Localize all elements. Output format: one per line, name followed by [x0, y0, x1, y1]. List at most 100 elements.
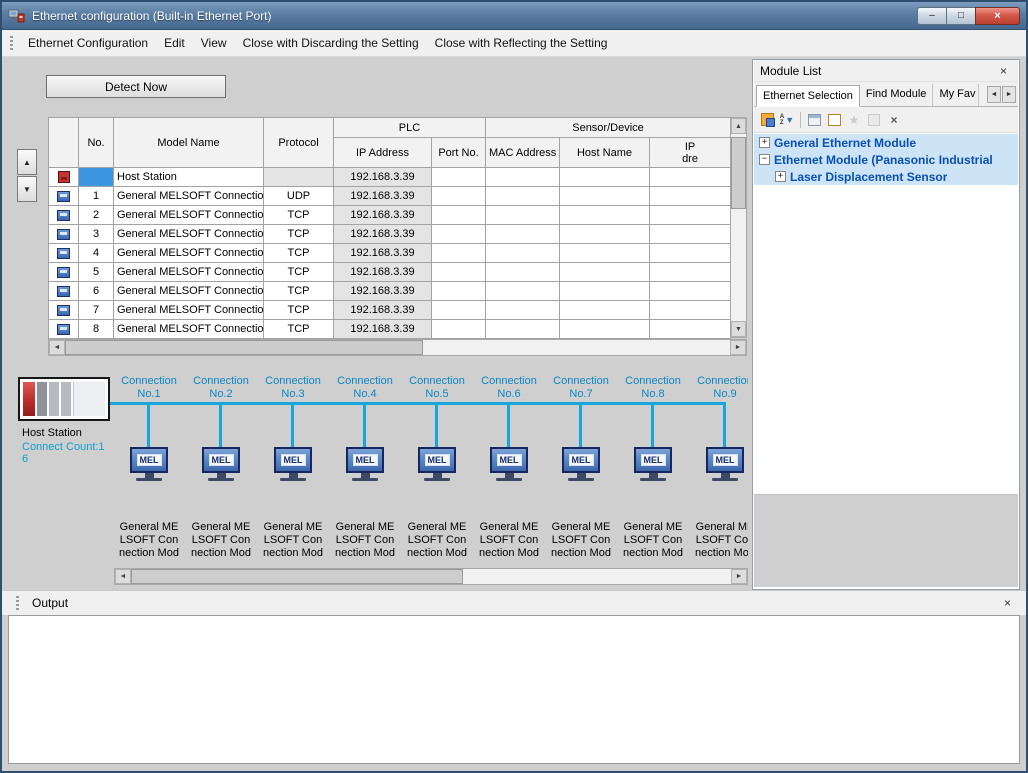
tab-scroll-left-button[interactable]: ◄	[987, 86, 1001, 103]
move-row-down-button[interactable]: ▼	[17, 176, 37, 202]
ip-address-cell[interactable]: 192.168.3.39	[334, 282, 432, 301]
ip-address2-cell[interactable]	[650, 301, 731, 320]
sort-icon[interactable]: AZ▼	[777, 110, 797, 130]
host-name-cell[interactable]	[560, 282, 650, 301]
mac-address-cell[interactable]	[486, 206, 560, 225]
maximize-button[interactable]: □	[946, 7, 975, 25]
scroll-thumb[interactable]	[65, 340, 423, 355]
tree-item-general-ethernet-module[interactable]: + General Ethernet Module	[754, 134, 1018, 151]
mac-address-cell[interactable]	[486, 282, 560, 301]
protocol-cell[interactable]: TCP	[264, 301, 334, 320]
ip-address2-cell[interactable]	[650, 320, 731, 339]
scroll-left-button[interactable]: ◄	[49, 340, 65, 355]
scroll-track[interactable]	[731, 134, 746, 321]
port-no-cell[interactable]	[432, 206, 486, 225]
port-no-cell[interactable]	[432, 263, 486, 282]
menu-view[interactable]: View	[193, 32, 235, 54]
add-favorites-icon[interactable]: ★	[844, 110, 864, 130]
model-name-cell[interactable]: General MELSOFT Connection	[114, 263, 264, 282]
melsoft-monitor-icon[interactable]: MEL	[273, 447, 313, 481]
module-list-close-button[interactable]: ×	[995, 63, 1012, 79]
model-name-cell[interactable]: General MELSOFT Connection	[114, 320, 264, 339]
mac-address-cell[interactable]	[486, 320, 560, 339]
model-name-cell[interactable]: General MELSOFT Connection	[114, 244, 264, 263]
ip-address2-cell[interactable]	[650, 263, 731, 282]
host-name-cell[interactable]	[560, 320, 650, 339]
table-vertical-scrollbar[interactable]: ▲ ▼	[730, 117, 747, 338]
port-no-cell[interactable]	[432, 187, 486, 206]
ip-address-cell[interactable]: 192.168.3.39	[334, 225, 432, 244]
scroll-right-button[interactable]: ►	[731, 569, 747, 584]
detect-now-button[interactable]: Detect Now	[46, 75, 226, 98]
mac-address-cell[interactable]	[486, 168, 560, 187]
mac-address-cell[interactable]	[486, 187, 560, 206]
mac-address-cell[interactable]	[486, 263, 560, 282]
toolbar-grip[interactable]	[10, 36, 13, 51]
scroll-down-button[interactable]: ▼	[731, 321, 746, 337]
ip-address-cell[interactable]: 192.168.3.39	[334, 301, 432, 320]
host-station-icon[interactable]	[18, 377, 110, 421]
melsoft-monitor-icon[interactable]: MEL	[417, 447, 457, 481]
model-name-cell[interactable]: General MELSOFT Connection	[114, 187, 264, 206]
collapse-minus-icon[interactable]: −	[759, 154, 770, 165]
tree-item-ethernet-module-panasonic[interactable]: − Ethernet Module (Panasonic Industrial	[754, 151, 1018, 168]
model-name-cell[interactable]: Host Station	[114, 168, 264, 187]
host-name-cell[interactable]	[560, 225, 650, 244]
ip-address-cell[interactable]: 192.168.3.39	[334, 206, 432, 225]
close-button[interactable]: ×	[975, 7, 1020, 25]
output-grip[interactable]	[16, 596, 19, 611]
model-name-cell[interactable]: General MELSOFT Connection	[114, 301, 264, 320]
port-no-cell[interactable]	[432, 320, 486, 339]
titlebar[interactable]: Ethernet configuration (Built-in Etherne…	[2, 2, 1026, 30]
table-horizontal-scrollbar[interactable]: ◄ ►	[48, 339, 747, 356]
scroll-thumb[interactable]	[731, 137, 746, 209]
mac-address-cell[interactable]	[486, 301, 560, 320]
move-row-up-button[interactable]: ▲	[17, 149, 37, 175]
host-name-cell[interactable]	[560, 263, 650, 282]
protocol-cell[interactable]: TCP	[264, 320, 334, 339]
host-name-cell[interactable]	[560, 206, 650, 225]
protocol-cell[interactable]: TCP	[264, 282, 334, 301]
protocol-cell[interactable]: UDP	[264, 187, 334, 206]
delete-favorites-icon[interactable]: ×	[884, 110, 904, 130]
port-no-cell[interactable]	[432, 282, 486, 301]
scroll-track[interactable]	[65, 340, 730, 355]
menu-close-reflecting[interactable]: Close with Reflecting the Setting	[427, 32, 616, 54]
expand-plus-icon[interactable]: +	[759, 137, 770, 148]
ip-address-cell[interactable]: 192.168.3.39	[334, 320, 432, 339]
ip-address-cell[interactable]: 192.168.3.39	[334, 187, 432, 206]
melsoft-monitor-icon[interactable]: MEL	[561, 447, 601, 481]
scroll-thumb[interactable]	[131, 569, 463, 584]
port-no-cell[interactable]	[432, 225, 486, 244]
minimize-button[interactable]: –	[917, 7, 946, 25]
ip-address-cell[interactable]: 192.168.3.39	[334, 168, 432, 187]
model-name-cell[interactable]: General MELSOFT Connection	[114, 225, 264, 244]
protocol-cell[interactable]: TCP	[264, 244, 334, 263]
model-name-cell[interactable]: General MELSOFT Connection	[114, 282, 264, 301]
ip-address2-cell[interactable]	[650, 282, 731, 301]
host-name-cell[interactable]	[560, 168, 650, 187]
ip-address-cell[interactable]: 192.168.3.39	[334, 263, 432, 282]
protocol-cell[interactable]: TCP	[264, 263, 334, 282]
ip-address-cell[interactable]: 192.168.3.39	[334, 244, 432, 263]
protocol-cell[interactable]: TCP	[264, 206, 334, 225]
menu-close-discarding[interactable]: Close with Discarding the Setting	[235, 32, 427, 54]
ip-address2-cell[interactable]	[650, 225, 731, 244]
tab-find-module[interactable]: Find Module	[860, 84, 934, 106]
scroll-right-button[interactable]: ►	[730, 340, 746, 355]
mac-address-cell[interactable]	[486, 244, 560, 263]
mac-address-cell[interactable]	[486, 225, 560, 244]
scroll-left-button[interactable]: ◄	[115, 569, 131, 584]
ip-address2-cell[interactable]	[650, 244, 731, 263]
ip-address2-cell[interactable]	[650, 187, 731, 206]
output-content[interactable]	[8, 615, 1020, 764]
tree-item-laser-displacement-sensor[interactable]: + Laser Displacement Sensor	[754, 168, 1018, 185]
tab-scroll-right-button[interactable]: ►	[1002, 86, 1016, 103]
ip-address2-cell[interactable]	[650, 168, 731, 187]
host-name-cell[interactable]	[560, 187, 650, 206]
model-name-cell[interactable]: General MELSOFT Connection	[114, 206, 264, 225]
melsoft-monitor-icon[interactable]: MEL	[633, 447, 673, 481]
port-no-cell[interactable]	[432, 301, 486, 320]
melsoft-monitor-icon[interactable]: MEL	[201, 447, 241, 481]
scroll-track[interactable]	[131, 569, 731, 584]
